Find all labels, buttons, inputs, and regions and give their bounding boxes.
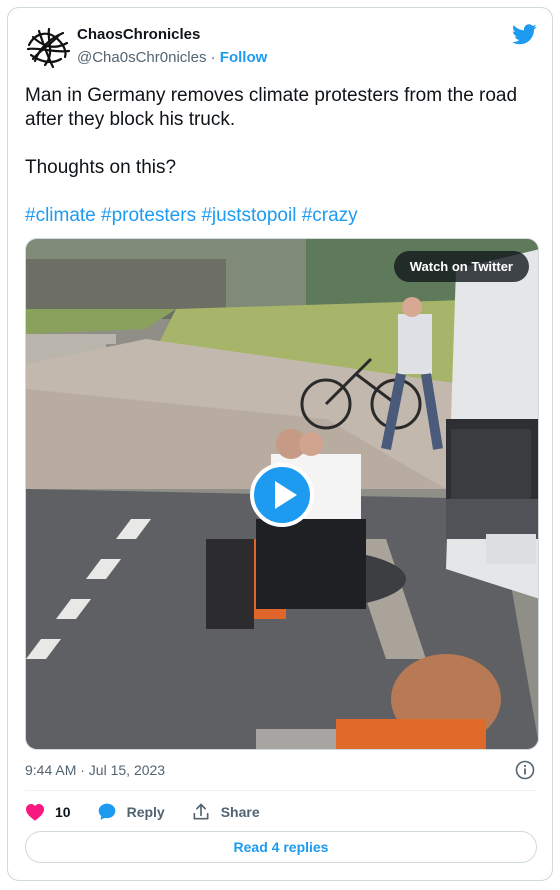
tweet-text-line: Man in Germany removes climate protester… — [25, 85, 518, 130]
play-button[interactable] — [250, 463, 314, 527]
like-button[interactable]: 10 — [25, 803, 71, 821]
share-button[interactable]: Share — [191, 802, 260, 822]
twitter-bird-icon[interactable] — [512, 24, 537, 45]
play-icon — [250, 463, 314, 527]
share-icon — [193, 803, 209, 820]
video-media[interactable]: Watch on Twitter — [25, 238, 539, 750]
reply-bubble-icon — [98, 803, 115, 820]
author-handle[interactable]: @Cha0sChr0nicles — [77, 49, 206, 66]
like-count: 10 — [55, 804, 71, 820]
action-bar: 10 Reply Share — [25, 801, 286, 823]
tweet-hashtags[interactable]: #climate #protesters #juststopoil #crazy — [25, 204, 535, 228]
tweet-card: ChaosChronicles @Cha0sChr0nicles · Follo… — [7, 7, 553, 881]
tweet-timestamp[interactable]: 9:44 AM · Jul 15, 2023 — [25, 762, 165, 778]
tweet-text: Man in Germany removes climate protester… — [25, 84, 535, 228]
reply-button[interactable]: Reply — [97, 802, 165, 822]
follow-button[interactable]: Follow — [220, 49, 268, 66]
author-name[interactable]: ChaosChronicles — [77, 26, 200, 43]
divider — [25, 790, 537, 791]
info-icon[interactable] — [515, 760, 535, 780]
separator: · — [206, 49, 220, 66]
read-replies-button[interactable]: Read 4 replies — [25, 831, 537, 863]
author-handle-line: @Cha0sChr0nicles · Follow — [77, 49, 267, 66]
avatar-logo — [26, 27, 71, 69]
tweet-text-line: Thoughts on this? — [25, 157, 177, 178]
heart-icon — [26, 803, 44, 821]
avatar[interactable] — [25, 25, 71, 71]
reply-label: Reply — [126, 804, 165, 820]
watch-on-twitter-button[interactable]: Watch on Twitter — [393, 251, 529, 282]
share-label: Share — [220, 804, 260, 820]
